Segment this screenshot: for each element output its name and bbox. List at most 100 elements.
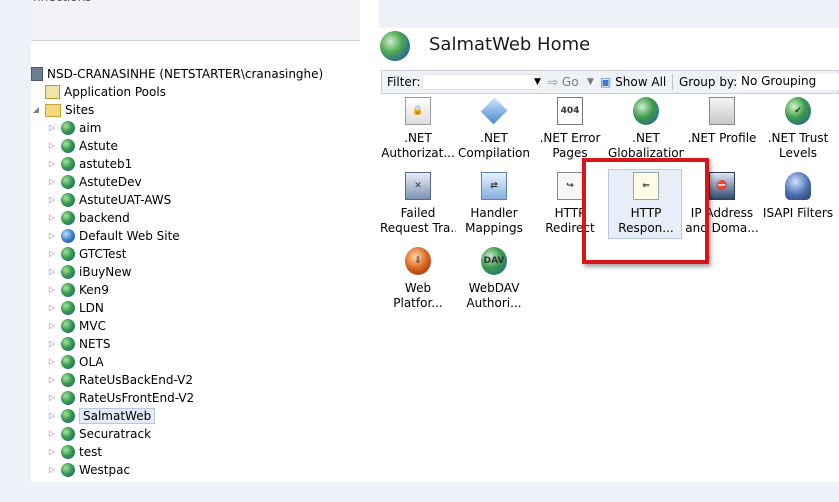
expand-arrow-icon[interactable]: ▷ (47, 159, 57, 169)
site-globe-icon (61, 427, 75, 441)
tree-item-label: aim (79, 121, 102, 135)
tree-item-sites[interactable]: ◢ Sites (31, 101, 94, 119)
expand-arrow-icon[interactable]: ▷ (47, 339, 57, 349)
expand-arrow-icon[interactable]: ▷ (47, 141, 57, 151)
expand-arrow-icon[interactable]: ▷ (47, 195, 57, 205)
go-icon: ⇨ (548, 75, 559, 89)
feature-label-line1: ISAPI Filters (762, 206, 834, 220)
feature-label-line2: Platfor... (393, 296, 443, 310)
feature-label-line1: .NET (480, 131, 508, 145)
expand-arrow-icon[interactable]: ▷ (47, 375, 57, 385)
group-by-label: Group by: (679, 75, 738, 89)
tree-item-site[interactable]: ▷ GTCTest (47, 245, 127, 263)
feature-label-line1: .NET Error (539, 131, 601, 145)
expand-arrow-icon[interactable]: ▷ (47, 465, 57, 475)
site-globe-icon (61, 139, 75, 153)
show-all-button[interactable]: ▣ Show All (600, 75, 666, 89)
server-icon (31, 67, 43, 81)
show-all-icon: ▣ (600, 75, 612, 89)
filter-dropdown-arrow-icon[interactable]: ▼ (534, 77, 541, 87)
feature-tile[interactable]: ✔ .NET Trust Levels (760, 96, 836, 170)
expand-arrow-icon[interactable]: ▷ (47, 411, 57, 421)
expand-arrow-icon[interactable]: ▷ (47, 177, 57, 187)
go-button[interactable]: ⇨ Go (548, 75, 579, 89)
expand-arrow-icon[interactable]: ▷ (47, 249, 57, 259)
site-home-globe-icon (380, 31, 410, 61)
feature-tile[interactable]: ⇩ Web Platfor... (380, 246, 456, 320)
site-globe-icon (61, 157, 75, 171)
filter-input[interactable] (422, 74, 540, 90)
tree-item-site[interactable]: ▷ NETS (47, 335, 111, 353)
expand-arrow-icon[interactable]: ▷ (47, 267, 57, 277)
feature-label-line1: .NET Trust (767, 131, 829, 145)
feature-tile[interactable]: ✕ Failed Request Tra... (380, 171, 456, 245)
feature-label-line2: Compilation (457, 146, 531, 160)
feature-tile[interactable]: ISAPI Filters (760, 171, 836, 245)
tree-item-site[interactable]: ▷ iBuyNew (47, 263, 131, 281)
feature-tile[interactable]: DAV WebDAV Authori... (456, 246, 532, 320)
tree-item-label: AstuteDev (79, 175, 142, 189)
tree-item-site[interactable]: ▷ AstuteUAT-AWS (47, 191, 171, 209)
site-globe-icon (61, 121, 75, 135)
annotation-highlight-box (582, 158, 709, 264)
net-profile-icon (706, 96, 738, 128)
tree-item-site[interactable]: ▷ Westpac (47, 461, 130, 479)
collapse-arrow-icon[interactable]: ◢ (31, 105, 41, 115)
tree-item-site[interactable]: ▷ Securatrack (47, 425, 151, 443)
connections-header: nnections (31, 0, 360, 41)
ip-address-domain-icon: ⛔ (706, 171, 738, 203)
tree-item-site[interactable]: ▷ Ken9 (47, 281, 109, 299)
tree-item-site[interactable]: ▷ Astute (47, 137, 118, 155)
feature-label-line2: Mappings (465, 221, 523, 235)
tree-item-site[interactable]: ▷ test (47, 443, 102, 461)
tree-item-application-pools[interactable]: Application Pools (45, 83, 166, 101)
expand-arrow-icon[interactable]: ▷ (47, 429, 57, 439)
site-globe-icon (61, 265, 75, 279)
filter-label: Filter: (387, 75, 421, 89)
expand-arrow-icon[interactable]: ▷ (47, 123, 57, 133)
tree-item-site[interactable]: ▷ OLA (47, 353, 104, 371)
tree-item-site[interactable]: ▷ aim (47, 119, 101, 137)
panel-splitter[interactable] (360, 0, 379, 482)
feature-label-line2: Request Tra... (380, 221, 456, 235)
expand-arrow-icon[interactable]: ▷ (47, 303, 57, 313)
site-globe-icon (61, 301, 75, 315)
expand-arrow-icon[interactable]: ▷ (47, 357, 57, 367)
show-all-label: Show All (615, 75, 667, 89)
tree-item-site[interactable]: ▷ SalmatWeb (47, 407, 156, 425)
site-globe-icon (61, 229, 75, 243)
expand-arrow-icon[interactable]: ▷ (47, 393, 57, 403)
tree-item-site[interactable]: ▷ MVC (47, 317, 106, 335)
site-globe-icon (61, 283, 75, 297)
expand-arrow-icon[interactable]: ▷ (47, 321, 57, 331)
feature-tile[interactable]: .NET Compilation (456, 96, 532, 170)
tree-item-site[interactable]: ▷ astuteb1 (47, 155, 132, 173)
site-globe-icon (61, 373, 75, 387)
tree-item-label: astuteb1 (79, 157, 133, 171)
toolbar-separator (672, 74, 673, 90)
application-pools-icon (45, 85, 60, 99)
tree-item-site[interactable]: ▷ LDN (47, 299, 104, 317)
site-globe-icon (61, 391, 75, 405)
group-by-select[interactable]: No Grouping (737, 74, 839, 90)
tree-item-site[interactable]: ▷ RateUsBackEnd-V2 (47, 371, 193, 389)
expand-arrow-icon[interactable]: ▷ (47, 285, 57, 295)
go-dropdown-arrow-icon[interactable]: ▼ (587, 77, 594, 87)
expand-arrow-icon[interactable]: ▷ (47, 231, 57, 241)
tree-item-site[interactable]: ▷ RateUsFrontEnd-V2 (47, 389, 194, 407)
tree-item-label: iBuyNew (79, 265, 132, 279)
tree-item-site[interactable]: ▷ backend (47, 209, 130, 227)
tree-item-site[interactable]: ▷ Default Web Site (47, 227, 180, 245)
feature-tile[interactable]: ⇄ Handler Mappings (456, 171, 532, 245)
feature-tile[interactable]: 🔒 .NET Authorizat... (380, 96, 456, 170)
feature-label-line2: Authori... (466, 296, 522, 310)
failed-request-tracing-icon: ✕ (402, 171, 434, 203)
tree-item-label: GTCTest (79, 247, 127, 261)
tree-item-site[interactable]: ▷ AstuteDev (47, 173, 142, 191)
web-platform-installer-icon: ⇩ (402, 246, 434, 278)
net-globalization-icon (630, 96, 662, 128)
tree-item-server[interactable]: NSD-CRANASINHE (NETSTARTER\cranasinghe) (31, 65, 323, 83)
expand-arrow-icon[interactable]: ▷ (47, 213, 57, 223)
expand-arrow-icon[interactable]: ▷ (47, 447, 57, 457)
tree-item-label: NETS (79, 337, 111, 351)
